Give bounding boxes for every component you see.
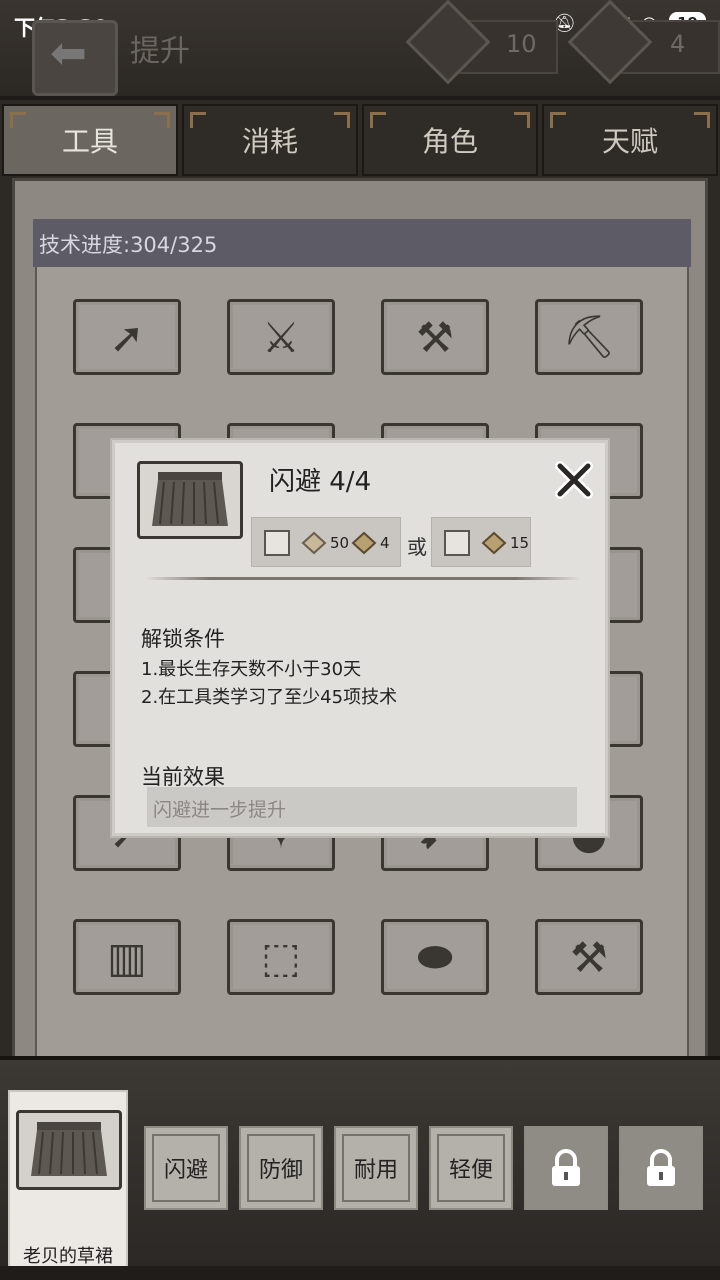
blueprint-icon: [481, 531, 507, 555]
tech-grid-cell[interactable]: ▥: [73, 919, 181, 995]
skill-button-defense[interactable]: 防御: [239, 1126, 323, 1210]
selected-item-card[interactable]: 老贝的草裙: [8, 1090, 128, 1272]
dialog-title: 闪避 4/4: [269, 467, 372, 497]
tab-label: 消耗: [241, 125, 298, 158]
back-arrow-icon: ⬅: [50, 28, 87, 79]
tab-consumables[interactable]: 消耗: [182, 104, 358, 176]
unlock-condition-1: 1.最长生存天数不小于30天: [141, 659, 362, 680]
tech-progress-text: 技术进度:304/325: [39, 233, 218, 257]
effect-box: 闪避进一步提升: [147, 787, 577, 827]
cost-option-b-checkbox[interactable]: [444, 530, 470, 556]
axe-icon: ⚒︎: [570, 932, 608, 982]
item-frame: [137, 461, 243, 539]
grass-skirt-icon: [31, 1122, 107, 1176]
lock-icon: [647, 1149, 675, 1186]
bottom-edge: [0, 1266, 720, 1280]
lock-icon: [552, 1149, 580, 1186]
page-title: 提升: [130, 34, 190, 69]
skill-button-locked-2[interactable]: [619, 1126, 703, 1210]
unlock-condition-2: 2.在工具类学习了至少45项技术: [141, 687, 398, 708]
close-icon: [555, 461, 593, 499]
shirt-outline-icon: ⬚: [261, 932, 301, 982]
cost-a-scrap: 50: [330, 534, 350, 552]
skill-button-locked-1[interactable]: [524, 1126, 608, 1210]
cost-option-a[interactable]: 50 4: [251, 517, 401, 567]
or-label: 或: [407, 535, 427, 559]
grass-skirt-icon: [152, 472, 228, 526]
bottom-bar: 老贝的草裙 闪避 防御 耐用 轻便: [0, 1056, 720, 1280]
cost-option-a-checkbox[interactable]: [264, 530, 290, 556]
tech-grid-cell[interactable]: ➚: [73, 299, 181, 375]
tech-progress-bar: 技术进度:304/325: [33, 219, 691, 267]
tab-label: 天赋: [601, 125, 658, 158]
category-tabs: 工具 消耗 角色 天赋: [0, 104, 720, 176]
tab-character[interactable]: 角色: [362, 104, 538, 176]
hammer-icon: ⚒︎: [416, 312, 454, 362]
cost-option-b[interactable]: 15: [431, 517, 531, 567]
knife-icon: ⚔︎: [262, 312, 300, 362]
skill-detail-dialog: 闪避 4/4 50 4 或 15 解锁条件 1.最长生存天数不小于30天 2.在…: [112, 440, 608, 836]
spear-icon: ➚: [109, 312, 145, 362]
tech-grid-cell[interactable]: ⬚: [227, 919, 335, 995]
header: 下午3:39 🔕︎ ▂▄▆ ◠ 19 ⬅ 提升 10 4: [0, 0, 720, 100]
tab-label: 工具: [61, 125, 118, 158]
tech-grid-cell[interactable]: ⛏︎: [535, 299, 643, 375]
tab-talent[interactable]: 天赋: [542, 104, 718, 176]
tab-tools[interactable]: 工具: [2, 104, 178, 176]
skill-button-light[interactable]: 轻便: [429, 1126, 513, 1210]
effect-text: 闪避进一步提升: [153, 799, 287, 821]
vest-icon: ▥: [107, 932, 147, 982]
scrap-icon: [301, 531, 327, 555]
skill-button-dodge[interactable]: 闪避: [144, 1126, 228, 1210]
tech-grid-cell[interactable]: ⚔︎: [227, 299, 335, 375]
cost-a-blueprint: 4: [380, 534, 390, 552]
blueprint-icon: [351, 531, 377, 555]
tech-grid-cell[interactable]: ⚒︎: [535, 919, 643, 995]
resource-count-1: 10: [506, 30, 537, 58]
tab-label: 角色: [421, 125, 478, 158]
tech-grid-cell[interactable]: ⚒︎: [381, 299, 489, 375]
resource-count-2: 4: [670, 30, 686, 58]
tech-grid-cell[interactable]: ⬬: [381, 919, 489, 995]
divider: [145, 577, 581, 580]
selected-item-frame: [16, 1110, 122, 1190]
stone-icon: ⬬: [417, 932, 453, 981]
cost-b-blueprint: 15: [510, 534, 530, 552]
pickaxe-icon: ⛏︎: [562, 312, 616, 361]
close-button[interactable]: [551, 457, 597, 503]
selected-item-name: 老贝的草裙: [23, 1246, 113, 1267]
back-button[interactable]: ⬅: [32, 20, 118, 96]
skill-button-durability[interactable]: 耐用: [334, 1126, 418, 1210]
unlock-title: 解锁条件: [141, 627, 225, 651]
